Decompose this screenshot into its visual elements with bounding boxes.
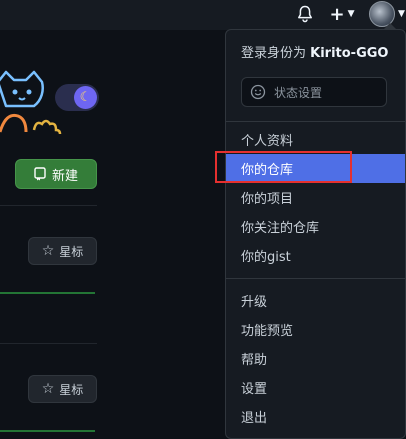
menu-separator <box>226 278 405 279</box>
new-repository-button[interactable]: 新建 <box>15 159 97 189</box>
smiley-icon <box>250 84 266 100</box>
signed-in-as: 登录身份为 Kirito-GGO <box>241 42 388 61</box>
menu-item-your-projects[interactable]: 你的项目 <box>226 183 405 212</box>
menu-item-upgrade[interactable]: 升级 <box>226 286 405 315</box>
menu-item-your-repositories[interactable]: 你的仓库 <box>226 154 405 183</box>
set-status-button[interactable]: 状态设置 <box>241 77 387 107</box>
star-button[interactable]: ☆ 星标 <box>28 237 97 265</box>
bell-icon[interactable] <box>294 3 316 25</box>
menu-item-profile[interactable]: 个人资料 <box>226 125 405 154</box>
user-menu-button[interactable]: ▼ <box>368 1 406 27</box>
set-status-label: 状态设置 <box>274 85 323 100</box>
create-new-button[interactable]: + ▼ <box>326 3 358 25</box>
signed-in-prefix: 登录身份为 <box>241 46 311 61</box>
repo-icon <box>34 167 46 181</box>
menu-item-feature-preview[interactable]: 功能预览 <box>226 315 405 344</box>
user-dropdown-menu: 登录身份为 Kirito-GGO 状态设置 个人资料 你的仓库 你的项目 你关注… <box>225 29 406 439</box>
chevron-down-icon: ▼ <box>347 9 355 19</box>
menu-item-sign-out[interactable]: 退出 <box>226 402 405 431</box>
star-icon: ☆ <box>41 243 55 259</box>
star-button-label: 星标 <box>59 244 84 259</box>
divider <box>0 205 97 206</box>
plus-icon: + <box>329 3 345 25</box>
theme-toggle[interactable]: ☾ <box>55 84 99 111</box>
new-button-label: 新建 <box>51 168 78 184</box>
menu-item-settings[interactable]: 设置 <box>226 373 405 402</box>
chevron-down-icon: ▼ <box>398 9 405 19</box>
activity-line <box>0 430 95 432</box>
moon-icon: ☾ <box>74 86 97 109</box>
menu-item-your-gists[interactable]: 你的gist <box>226 241 405 270</box>
star-button[interactable]: ☆ 星标 <box>28 375 97 403</box>
username[interactable]: Kirito-GGO <box>310 46 388 61</box>
menu-item-watched-repositories[interactable]: 你关注的仓库 <box>226 212 405 241</box>
menu-separator <box>226 121 405 122</box>
divider <box>0 343 97 344</box>
star-icon: ☆ <box>41 381 55 397</box>
activity-line <box>0 292 95 294</box>
star-button-label: 星标 <box>59 382 84 397</box>
top-header: + ▼ ▼ <box>0 0 406 30</box>
menu-item-help[interactable]: 帮助 <box>226 344 405 373</box>
